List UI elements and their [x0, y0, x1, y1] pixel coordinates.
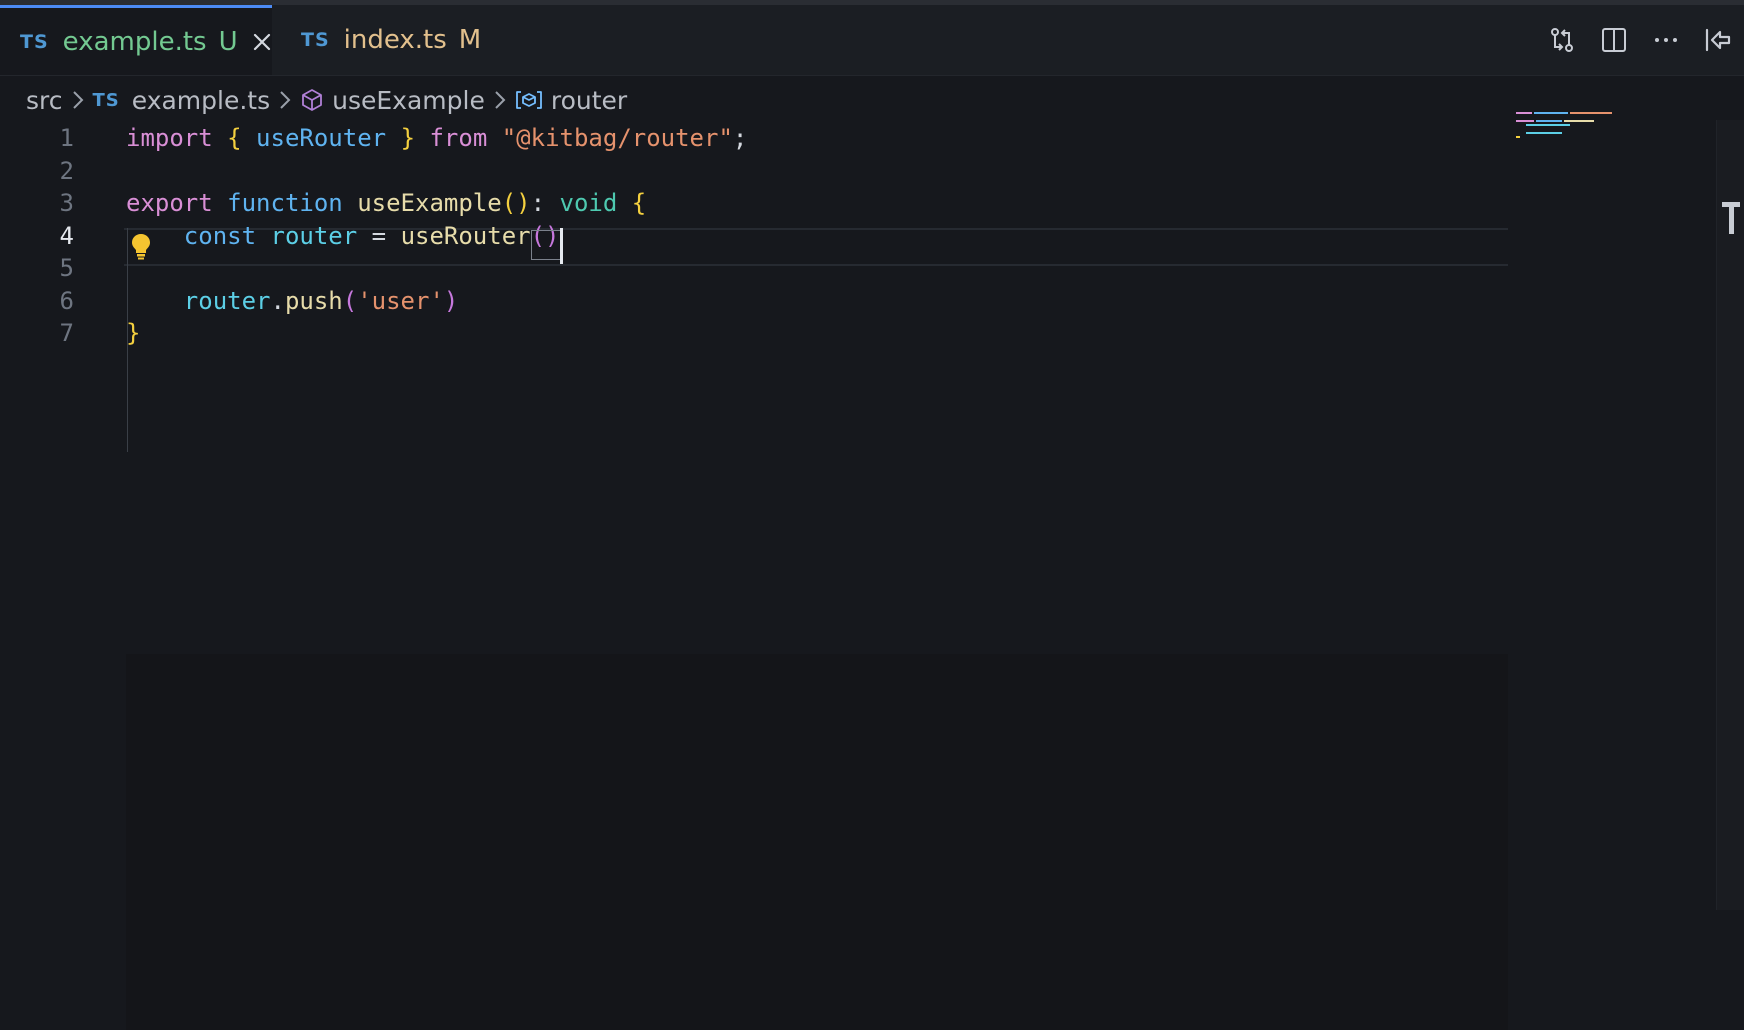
- split-editor-icon[interactable]: [1588, 14, 1640, 66]
- breadcrumb-function[interactable]: useExample: [300, 86, 485, 115]
- code-token: useRouter: [400, 221, 531, 250]
- cursor-position-marker: [1720, 200, 1742, 236]
- code-text: export function useExample(): void {: [126, 185, 646, 221]
- typescript-file-icon: TS: [20, 30, 49, 53]
- typescript-file-icon: TS: [301, 29, 330, 51]
- code-line[interactable]: 4 const router = useRouter(): [0, 218, 1508, 254]
- line-number: 2: [59, 156, 74, 185]
- bracket-match-highlight: [531, 230, 561, 260]
- tab-label: index.ts: [343, 25, 447, 55]
- line-number: 6: [59, 286, 74, 315]
- untracked-badge: U: [218, 26, 238, 57]
- code-token: .: [270, 286, 285, 315]
- code-text: }: [126, 315, 140, 351]
- code-token: from: [415, 124, 502, 152]
- code-line[interactable]: 1 import { useRouter } from "@kitbag/rout…: [0, 120, 1508, 156]
- modified-badge: M: [458, 25, 482, 55]
- editor-actions: [1536, 5, 1744, 75]
- code-token: {: [227, 124, 242, 152]
- code-text: import { useRouter } from "@kitbag/route…: [126, 120, 747, 156]
- code-text: router.push('user'): [126, 283, 459, 319]
- breadcrumb-variable-label: router: [550, 85, 628, 115]
- minimap-line: [1570, 112, 1612, 114]
- code-token: =: [357, 221, 401, 250]
- code-text: const router = useRouter(): [126, 218, 560, 254]
- code-token: }: [400, 124, 416, 152]
- line-number: 7: [59, 319, 74, 347]
- code-token: }: [126, 319, 141, 347]
- chevron-right-icon: [493, 89, 507, 111]
- code-line[interactable]: 7}: [0, 315, 1508, 351]
- close-icon[interactable]: [252, 32, 272, 52]
- minimap-line: [1536, 120, 1562, 122]
- code-token: push: [284, 286, 343, 315]
- variable-icon: [515, 89, 543, 111]
- code-token: const: [183, 221, 257, 250]
- lightbulb-icon[interactable]: [130, 232, 152, 266]
- git-compare-icon[interactable]: [1536, 14, 1588, 66]
- code-line[interactable]: 2: [0, 153, 1508, 189]
- code-token: (: [342, 286, 358, 315]
- minimap-line: [1516, 120, 1534, 122]
- code-token: ): [443, 286, 459, 315]
- minimap-line: [1564, 120, 1594, 122]
- code-token: void: [545, 189, 618, 217]
- code-token: router: [183, 286, 271, 315]
- vertical-scrollbar[interactable]: [1716, 120, 1744, 910]
- line-number: 3: [59, 189, 74, 217]
- breadcrumb: src TS example.ts useExample router: [26, 82, 627, 118]
- go-back-icon[interactable]: [1692, 14, 1744, 66]
- code-token: :: [530, 189, 546, 217]
- code-line[interactable]: 3 export function useExample(): void {: [0, 185, 1508, 221]
- line-number: 4: [59, 221, 74, 250]
- breadcrumb-file[interactable]: TS example.ts: [93, 86, 271, 115]
- code-token: useExample: [357, 189, 502, 217]
- code-token: router: [256, 221, 358, 250]
- minimap-line: [1516, 112, 1532, 114]
- minimap-line: [1534, 112, 1568, 114]
- code-token: ;: [732, 124, 748, 152]
- editor-empty-area: [126, 654, 1508, 1030]
- text-cursor: [560, 228, 563, 264]
- minimap-line: [1516, 136, 1520, 138]
- breadcrumb-variable[interactable]: router: [515, 86, 627, 115]
- code-token: 'user': [357, 286, 444, 315]
- code-token: export: [126, 189, 213, 217]
- code-token: useRouter: [241, 124, 401, 152]
- code-token: (): [501, 189, 531, 217]
- tab-example-ts[interactable]: TS example.ts U: [0, 5, 272, 75]
- code-token: "@kitbag/router": [501, 124, 733, 152]
- code-token: import: [126, 124, 213, 152]
- chevron-right-icon: [278, 89, 292, 111]
- code-line[interactable]: 5: [0, 250, 1508, 286]
- code-line[interactable]: 6 router.push('user'): [0, 283, 1508, 319]
- breadcrumb-folder[interactable]: src: [26, 86, 63, 115]
- code-token: function: [227, 189, 343, 217]
- tab-index-ts[interactable]: TS index.ts M: [273, 5, 521, 75]
- tab-label: example.ts: [62, 26, 207, 57]
- minimap[interactable]: [1508, 108, 1716, 910]
- breadcrumb-function-label: useExample: [332, 85, 485, 115]
- code-token: {: [631, 189, 647, 217]
- line-number: 1: [59, 124, 74, 152]
- minimap-line: [1526, 132, 1562, 134]
- line-number: 5: [59, 254, 74, 282]
- method-cube-icon: [300, 88, 324, 112]
- chevron-right-icon: [71, 89, 85, 111]
- editor-tab-bar: TS example.ts U TS index.ts M: [0, 5, 1744, 76]
- more-actions-icon[interactable]: [1640, 14, 1692, 66]
- minimap-line: [1526, 124, 1570, 126]
- code-editor[interactable]: 1 import { useRouter } from "@kitbag/rout…: [0, 120, 1508, 1030]
- breadcrumb-file-label: example.ts: [131, 85, 271, 115]
- typescript-file-icon: TS: [92, 89, 120, 111]
